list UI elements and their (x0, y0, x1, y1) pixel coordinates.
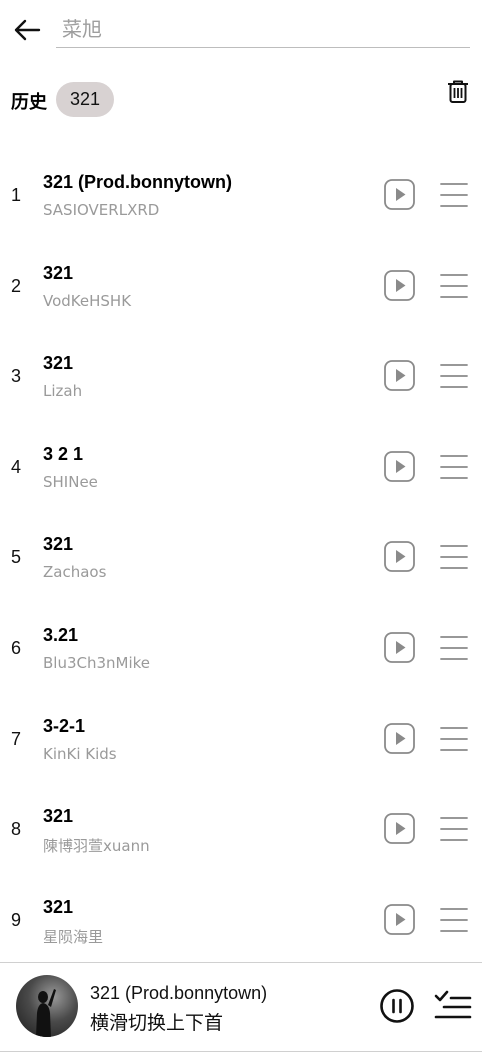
playlist-check-icon (434, 990, 472, 1019)
song-index: 8 (11, 819, 22, 840)
song-artist: SASIOVERLXRD (43, 201, 160, 219)
song-row[interactable]: 5 321 Zachaos (0, 512, 482, 603)
song-row[interactable]: 4 3 2 1 SHINee (0, 422, 482, 513)
song-menu-button[interactable] (440, 453, 468, 481)
song-title: 321 (43, 262, 74, 283)
play-circle-icon (384, 541, 415, 573)
play-song-button[interactable] (384, 813, 415, 845)
song-title: 321 (43, 353, 74, 374)
play-circle-icon (384, 722, 415, 754)
song-title: 321 (43, 534, 74, 555)
song-artist: KinKi Kids (43, 744, 117, 763)
song-index: 2 (11, 275, 22, 296)
song-menu-button[interactable] (440, 272, 468, 300)
song-menu-button[interactable] (440, 815, 468, 843)
now-playing-title: 321 (Prod.bonnytown) (90, 983, 268, 1003)
song-menu-button[interactable] (440, 543, 468, 571)
play-song-button[interactable] (384, 722, 415, 754)
song-artist: VodKeHSHK (43, 291, 132, 310)
play-circle-icon (384, 632, 415, 663)
song-menu-button[interactable] (440, 362, 468, 390)
song-menu-button[interactable] (440, 725, 468, 753)
play-song-button[interactable] (384, 541, 415, 573)
play-song-button[interactable] (384, 269, 415, 301)
menu-icon (440, 726, 468, 751)
menu-icon (440, 817, 468, 842)
song-index: 1 (11, 185, 22, 205)
song-artist: 星陨海里 (43, 927, 104, 946)
play-circle-icon (384, 360, 415, 392)
song-title: 321 (43, 896, 74, 917)
play-circle-icon (384, 903, 415, 935)
history-label: 历史 (11, 92, 47, 113)
song-row[interactable]: 7 3-2-1 KinKi Kids (0, 694, 482, 785)
play-song-button[interactable] (384, 179, 415, 210)
menu-icon (440, 364, 468, 389)
song-row[interactable]: 8 321 陳博羽萱xuann (0, 784, 482, 875)
menu-icon (440, 907, 468, 932)
top-bar (0, 0, 482, 60)
arrow-left-icon (14, 19, 41, 41)
album-cover-art (36, 989, 56, 1037)
search-history: 历史 321 (0, 78, 482, 122)
song-index: 9 (11, 909, 22, 930)
song-menu-button[interactable] (440, 181, 468, 209)
menu-icon (440, 183, 468, 207)
search-input[interactable] (56, 12, 470, 46)
song-artist: Blu3Ch3nMike (43, 653, 151, 672)
song-artist: 陳博羽萱xuann (43, 837, 150, 856)
song-title: 3.21 (43, 624, 79, 645)
song-title: 3-2-1 (43, 715, 86, 736)
trash-icon (448, 80, 468, 103)
clear-history-button[interactable] (444, 78, 472, 106)
song-artist: Zachaos (43, 563, 107, 582)
song-title: 321 (Prod.bonnytown) (43, 172, 232, 192)
history-chip[interactable]: 321 (56, 82, 114, 117)
now-playing-hint: 横滑切换上下首 (90, 1012, 224, 1034)
play-circle-icon (384, 179, 415, 210)
song-index: 5 (11, 547, 22, 568)
back-button[interactable] (10, 14, 44, 46)
play-circle-icon (384, 813, 415, 845)
song-index: 3 (11, 366, 22, 387)
menu-icon (440, 454, 468, 479)
pause-circle-icon (380, 989, 414, 1023)
playlist-button[interactable] (434, 988, 472, 1022)
play-song-button[interactable] (384, 632, 415, 663)
song-row[interactable]: 2 321 VodKeHSHK (0, 241, 482, 332)
play-song-button[interactable] (384, 903, 415, 935)
search-results-list: 1 321 (Prod.bonnytown) SASIOVERLXRD 2 321 Vod… (0, 150, 482, 965)
song-menu-button[interactable] (440, 634, 468, 662)
menu-icon (440, 273, 468, 298)
song-index: 7 (11, 728, 22, 749)
song-title: 3 2 1 (43, 443, 84, 464)
play-circle-icon (384, 269, 415, 301)
song-index: 4 (11, 456, 22, 477)
mini-player[interactable]: 321 (Prod.bonnytown) 横滑切换上下首 (0, 962, 482, 1052)
song-menu-button[interactable] (440, 906, 468, 934)
menu-icon (440, 636, 468, 660)
song-artist: Lizah (43, 382, 83, 401)
song-index: 6 (11, 637, 22, 658)
song-artist: SHINee (43, 472, 98, 491)
search-box (56, 12, 470, 48)
menu-icon (440, 545, 468, 570)
song-row[interactable]: 3 321 Lizah (0, 331, 482, 422)
play-circle-icon (384, 450, 415, 482)
play-song-button[interactable] (384, 450, 415, 482)
song-row[interactable]: 6 3.21 Blu3Ch3nMike (0, 603, 482, 694)
pause-button[interactable] (379, 988, 415, 1024)
song-title: 321 (43, 806, 74, 827)
song-row[interactable]: 1 321 (Prod.bonnytown) SASIOVERLXRD (0, 150, 482, 241)
song-row[interactable]: 9 321 星陨海里 (0, 875, 482, 966)
album-cover[interactable] (16, 975, 78, 1037)
play-song-button[interactable] (384, 360, 415, 392)
